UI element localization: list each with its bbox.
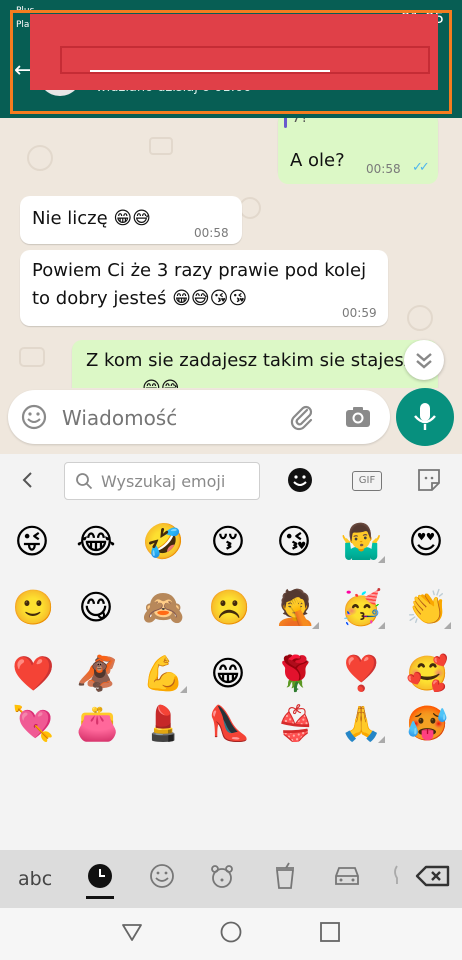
emoji-key[interactable]: 😜 xyxy=(12,522,52,562)
message-bubble-outgoing[interactable]: Z kom sie zadajesz takim sie stajesz 😁😅 xyxy=(72,340,438,388)
message-time: 00:58 xyxy=(194,226,229,240)
gif-tab[interactable]: GIF xyxy=(352,471,382,491)
emoji-key[interactable]: 😂 xyxy=(76,522,116,562)
emoji-key[interactable]: 🙈 xyxy=(142,588,184,628)
emoji-search-field[interactable]: Wyszukaj emoji xyxy=(64,462,260,500)
emoji-key[interactable]: 🌹 xyxy=(274,654,316,694)
message-bubble-incoming[interactable]: Nie liczę 😁😅 00:58 xyxy=(20,196,242,244)
emoji-key[interactable]: 😋 xyxy=(76,588,116,628)
chat-area[interactable]: 7? A ole? 00:58 ✓✓ Nie liczę 😁😅 00:58 Po… xyxy=(0,118,462,388)
smileys-category-icon[interactable] xyxy=(148,862,176,890)
emoji-key[interactable]: 😁 xyxy=(208,654,248,694)
animals-category-icon[interactable] xyxy=(208,862,236,890)
reply-quote-bar xyxy=(284,118,287,128)
recent-clock-icon[interactable] xyxy=(86,862,114,890)
emoji-key[interactable]: ❤️ xyxy=(12,654,54,694)
emoji-key[interactable]: 🤦 xyxy=(274,588,316,628)
emoji-key[interactable]: ☹️ xyxy=(208,588,250,628)
message-time: 00:59 xyxy=(342,306,377,320)
microphone-button[interactable] xyxy=(396,388,454,446)
emoji-key[interactable]: 😘 xyxy=(274,522,314,562)
variant-indicator xyxy=(444,622,451,629)
emoji-key[interactable]: 💄 xyxy=(142,704,184,744)
abc-key[interactable]: abc xyxy=(18,868,52,890)
emoji-grid: 😜 😂 🤣 😚 😘 🤷‍♂️ 😍 🙂 😋 🙈 ☹️ 🤦 🥳 👏 ❤️ 🦧 💪 😁… xyxy=(0,508,462,850)
nav-back-icon[interactable] xyxy=(120,920,144,944)
emoji-key[interactable]: 👠 xyxy=(208,704,250,744)
emoji-key[interactable]: 😚 xyxy=(208,522,248,562)
variant-indicator xyxy=(180,686,187,693)
message-text-line2: to dobry jesteś 😁😅😘😘 xyxy=(32,288,248,309)
emoji-key[interactable]: 💪 xyxy=(142,654,184,694)
message-text: Z kom sie zadajesz takim sie stajesz xyxy=(86,350,414,371)
food-category-icon[interactable] xyxy=(272,862,298,890)
emoji-tab-icon[interactable] xyxy=(286,466,314,494)
emoji-key[interactable]: 🥳 xyxy=(340,588,382,628)
emoji-key[interactable]: ❣️ xyxy=(340,654,382,694)
double-chevron-down-icon xyxy=(416,353,432,369)
emoji-key[interactable]: 🥰 xyxy=(406,654,448,694)
search-icon xyxy=(76,473,93,490)
emoji-key[interactable]: 🦧 xyxy=(76,654,118,694)
variant-indicator xyxy=(312,622,319,629)
message-bubble-incoming[interactable]: Powiem Ci że 3 razy prawie pod kolej to … xyxy=(20,250,388,326)
emoji-toggle-icon[interactable] xyxy=(20,403,48,431)
chevron-left-icon[interactable] xyxy=(18,470,38,490)
emoji-key[interactable]: 👛 xyxy=(76,704,118,744)
travel-category-icon[interactable] xyxy=(332,862,362,890)
read-receipt-icon: ✓✓ xyxy=(412,160,430,175)
message-input-bar[interactable] xyxy=(8,390,390,444)
scroll-down-button[interactable] xyxy=(404,340,444,380)
emoji-key[interactable]: 💘 xyxy=(12,704,54,744)
message-text: Nie liczę 😁😅 xyxy=(32,208,151,229)
variant-indicator xyxy=(378,622,385,629)
emoji-key[interactable]: 👙 xyxy=(274,704,316,744)
microphone-icon xyxy=(414,403,436,430)
objects-category-icon[interactable] xyxy=(392,862,402,890)
nav-recents-icon[interactable] xyxy=(318,920,342,944)
message-text-line1: Powiem Ci że 3 razy prawie pod kolej xyxy=(32,260,367,281)
emoji-key[interactable]: 🙂 xyxy=(12,588,54,628)
emoji-key[interactable]: 😍 xyxy=(406,522,446,562)
active-tab-indicator xyxy=(86,896,114,899)
quoted-text: 7? xyxy=(292,118,309,126)
message-bubble-outgoing[interactable]: A ole? 00:58 ✓✓ xyxy=(278,140,438,184)
message-time: 00:58 xyxy=(366,162,401,176)
emoji-key[interactable]: 👏 xyxy=(406,588,448,628)
camera-icon[interactable] xyxy=(344,403,372,431)
variant-indicator xyxy=(378,556,385,563)
emoji-key[interactable]: 🤣 xyxy=(142,522,184,562)
highlight-frame xyxy=(10,10,452,114)
sticker-tab-icon[interactable] xyxy=(416,467,442,493)
variant-indicator xyxy=(378,736,385,743)
emoji-key[interactable]: 🥵 xyxy=(406,704,448,744)
nav-home-icon[interactable] xyxy=(219,920,243,944)
emoji-key[interactable]: 🙏 xyxy=(340,704,382,744)
message-input[interactable] xyxy=(60,400,274,436)
emoji-key[interactable]: 🤷‍♂️ xyxy=(340,522,382,562)
backspace-icon[interactable] xyxy=(414,862,452,890)
paperclip-icon[interactable] xyxy=(288,403,316,431)
emoji-search-placeholder: Wyszukaj emoji xyxy=(101,472,226,491)
message-text: A ole? xyxy=(290,150,345,171)
partial-emoji: 😁😅 xyxy=(142,378,180,388)
